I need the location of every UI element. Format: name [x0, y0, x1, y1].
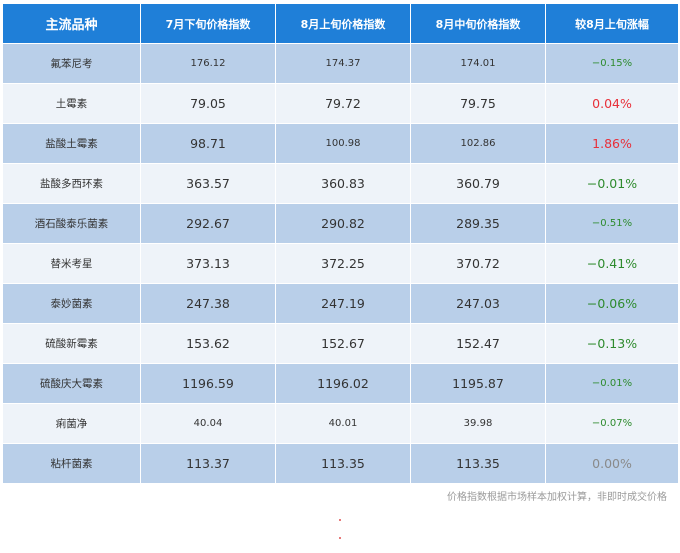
cell-mid-aug: 360.79	[411, 164, 546, 203]
cell-late-july: 373.13	[141, 244, 276, 283]
cell-early-aug: 79.72	[276, 84, 411, 123]
header-mid-aug: 8月中旬价格指数	[411, 4, 546, 43]
cell-mid-aug: 1195.87	[411, 364, 546, 403]
cell-early-aug: 40.01	[276, 404, 411, 443]
cell-change: 0.00%	[592, 456, 632, 471]
header-change: 较8月上旬涨幅	[575, 17, 649, 31]
table-row: 硫酸新霉素 153.62 152.67 152.47 −0.13%	[3, 324, 678, 364]
cell-mid-aug: 152.47	[411, 324, 546, 363]
table-header-row: 主流品种 7月下旬价格指数 8月上旬价格指数 8月中旬价格指数 较8月上旬涨幅	[3, 4, 678, 44]
price-index-table: 主流品种 7月下旬价格指数 8月上旬价格指数 8月中旬价格指数 较8月上旬涨幅 …	[3, 4, 678, 484]
cell-late-july: 98.71	[141, 124, 276, 163]
cell-early-aug: 290.82	[276, 204, 411, 243]
header-late-july: 7月下旬价格指数	[141, 4, 276, 43]
cell-change: −0.07%	[591, 418, 633, 429]
cell-variety: 替米考星	[3, 244, 141, 283]
cell-change: −0.15%	[591, 58, 633, 69]
cell-mid-aug: 370.72	[411, 244, 546, 283]
header-variety: 主流品种	[3, 4, 141, 43]
cell-change: −0.06%	[586, 296, 638, 311]
cell-early-aug: 372.25	[276, 244, 411, 283]
cell-variety: 硫酸庆大霉素	[3, 364, 141, 403]
cell-early-aug: 360.83	[276, 164, 411, 203]
cell-change: −0.51%	[591, 218, 633, 229]
cell-change: 0.04%	[592, 96, 632, 111]
cell-late-july: 247.38	[141, 284, 276, 323]
cell-early-aug: 174.37	[276, 44, 411, 83]
cell-mid-aug: 289.35	[411, 204, 546, 243]
cell-change: −0.41%	[586, 256, 638, 271]
cell-change: −0.01%	[591, 378, 633, 389]
cell-mid-aug: 39.98	[411, 404, 546, 443]
cell-change: 1.86%	[592, 136, 632, 151]
table-row: 盐酸多西环素 363.57 360.83 360.79 −0.01%	[3, 164, 678, 204]
cell-late-july: 153.62	[141, 324, 276, 363]
cell-variety: 泰妙菌素	[3, 284, 141, 323]
decorative-dot	[339, 537, 341, 539]
cell-change: −0.01%	[586, 176, 638, 191]
cell-variety: 氟苯尼考	[3, 44, 141, 83]
cell-mid-aug: 102.86	[411, 124, 546, 163]
cell-mid-aug: 247.03	[411, 284, 546, 323]
cell-variety: 盐酸多西环素	[3, 164, 141, 203]
cell-variety: 粘杆菌素	[3, 444, 141, 483]
table-row: 酒石酸泰乐菌素 292.67 290.82 289.35 −0.51%	[3, 204, 678, 244]
cell-variety: 酒石酸泰乐菌素	[3, 204, 141, 243]
table-row: 硫酸庆大霉素 1196.59 1196.02 1195.87 −0.01%	[3, 364, 678, 404]
table-row: 泰妙菌素 247.38 247.19 247.03 −0.06%	[3, 284, 678, 324]
cell-late-july: 292.67	[141, 204, 276, 243]
cell-early-aug: 1196.02	[276, 364, 411, 403]
cell-variety: 土霉素	[3, 84, 141, 123]
table-row: 土霉素 79.05 79.72 79.75 0.04%	[3, 84, 678, 124]
table-body: 氟苯尼考 176.12 174.37 174.01 −0.15% 土霉素 79.05 79.7…	[3, 44, 678, 484]
cell-late-july: 363.57	[141, 164, 276, 203]
table-row: 氟苯尼考 176.12 174.37 174.01 −0.15%	[3, 44, 678, 84]
cell-variety: 盐酸土霉素	[3, 124, 141, 163]
cell-variety: 硫酸新霉素	[3, 324, 141, 363]
header-early-aug: 8月上旬价格指数	[276, 4, 411, 43]
cell-mid-aug: 79.75	[411, 84, 546, 123]
cell-late-july: 113.37	[141, 444, 276, 483]
table-row: 替米考星 373.13 372.25 370.72 −0.41%	[3, 244, 678, 284]
cell-variety: 痢菌净	[3, 404, 141, 443]
table-row: 痢菌净 40.04 40.01 39.98 −0.07%	[3, 404, 678, 444]
cell-mid-aug: 174.01	[411, 44, 546, 83]
cell-late-july: 79.05	[141, 84, 276, 123]
cell-late-july: 176.12	[141, 44, 276, 83]
cell-change: −0.13%	[586, 336, 638, 351]
cell-early-aug: 100.98	[276, 124, 411, 163]
cell-early-aug: 247.19	[276, 284, 411, 323]
cell-late-july: 1196.59	[141, 364, 276, 403]
cell-mid-aug: 113.35	[411, 444, 546, 483]
cell-early-aug: 113.35	[276, 444, 411, 483]
cell-early-aug: 152.67	[276, 324, 411, 363]
table-row: 盐酸土霉素 98.71 100.98 102.86 1.86%	[3, 124, 678, 164]
cell-late-july: 40.04	[141, 404, 276, 443]
table-row: 粘杆菌素 113.37 113.35 113.35 0.00%	[3, 444, 678, 484]
footnote: 价格指数根据市场样本加权计算，非即时成交价格	[447, 492, 667, 503]
decorative-dot	[339, 519, 341, 521]
